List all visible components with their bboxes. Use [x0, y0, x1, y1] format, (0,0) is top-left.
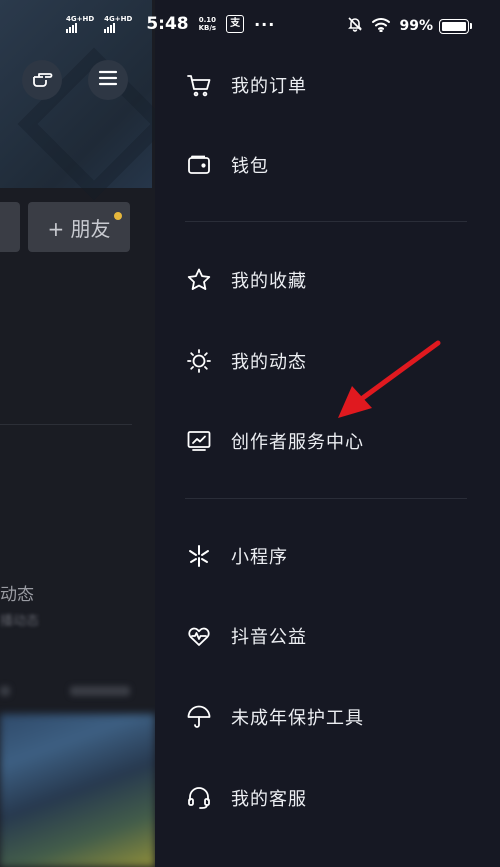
- pointing-hand-button[interactable]: [22, 60, 62, 100]
- umbrella-icon: [185, 703, 213, 731]
- battery-indicator: 99%: [399, 18, 472, 34]
- menu-item-creator-center[interactable]: 创作者服务中心: [185, 419, 475, 463]
- menu-item-minor-protection[interactable]: 未成年保护工具: [185, 695, 475, 739]
- divider: [0, 424, 132, 425]
- alipay-notification-icon: 支: [226, 15, 245, 33]
- menu-button[interactable]: [88, 60, 128, 100]
- status-bar: 4G+HD 4G+HD 5:48 0.10 KB/s 支 ··· 99%: [0, 0, 500, 56]
- cart-icon: [185, 71, 213, 99]
- wallet-icon: [185, 151, 213, 179]
- menu-item-customer-service[interactable]: 我的客服: [185, 776, 475, 820]
- signal-bars-icon: [66, 23, 77, 33]
- side-drawer-menu: 我的订单 钱包 我的收藏 我的动态 创作者服务中心 小程序 抖音公益 未成年保护…: [155, 0, 500, 867]
- cell-signal-1: 4G+HD: [66, 15, 94, 33]
- menu-item-mini-programs[interactable]: 小程序: [185, 534, 475, 578]
- notification-dot: [114, 212, 122, 220]
- red-arrow-annotation-icon: [338, 340, 441, 418]
- pointing-hand-icon: [30, 66, 54, 94]
- more-notifications-icon: ···: [254, 14, 276, 34]
- network-speed: 0.10 KB/s: [198, 16, 217, 32]
- star-icon: [185, 266, 213, 294]
- menu-item-favorites[interactable]: 我的收藏: [185, 258, 475, 302]
- chart-monitor-icon: [185, 427, 213, 455]
- add-friend-button[interactable]: + 朋友: [28, 202, 130, 252]
- video-thumbnail[interactable]: [0, 714, 155, 867]
- content-tabs: [0, 682, 152, 706]
- sun-icon: [185, 347, 213, 375]
- dynamic-title: 动态: [0, 585, 34, 605]
- background-profile-page[interactable]: + 朋友 动态 播动态: [0, 0, 155, 867]
- headset-icon: [185, 784, 213, 812]
- hamburger-icon: [98, 69, 118, 91]
- menu-divider: [185, 221, 467, 222]
- mute-bell-icon: [347, 16, 363, 36]
- dynamic-subtitle: 播动态: [0, 614, 40, 629]
- cell-signal-2: 4G+HD: [104, 15, 132, 33]
- menu-item-my-orders[interactable]: 我的订单: [185, 63, 475, 107]
- edit-profile-button[interactable]: [0, 202, 20, 252]
- clock: 5:48: [146, 14, 189, 34]
- signal-bars-icon: [104, 23, 116, 33]
- menu-divider: [185, 498, 467, 499]
- wifi-icon: [371, 16, 391, 36]
- battery-icon: [439, 18, 469, 34]
- menu-item-wallet[interactable]: 钱包: [185, 143, 475, 187]
- menu-item-charity[interactable]: 抖音公益: [185, 614, 475, 658]
- mini-program-icon: [185, 542, 213, 570]
- heart-icon: [185, 622, 213, 650]
